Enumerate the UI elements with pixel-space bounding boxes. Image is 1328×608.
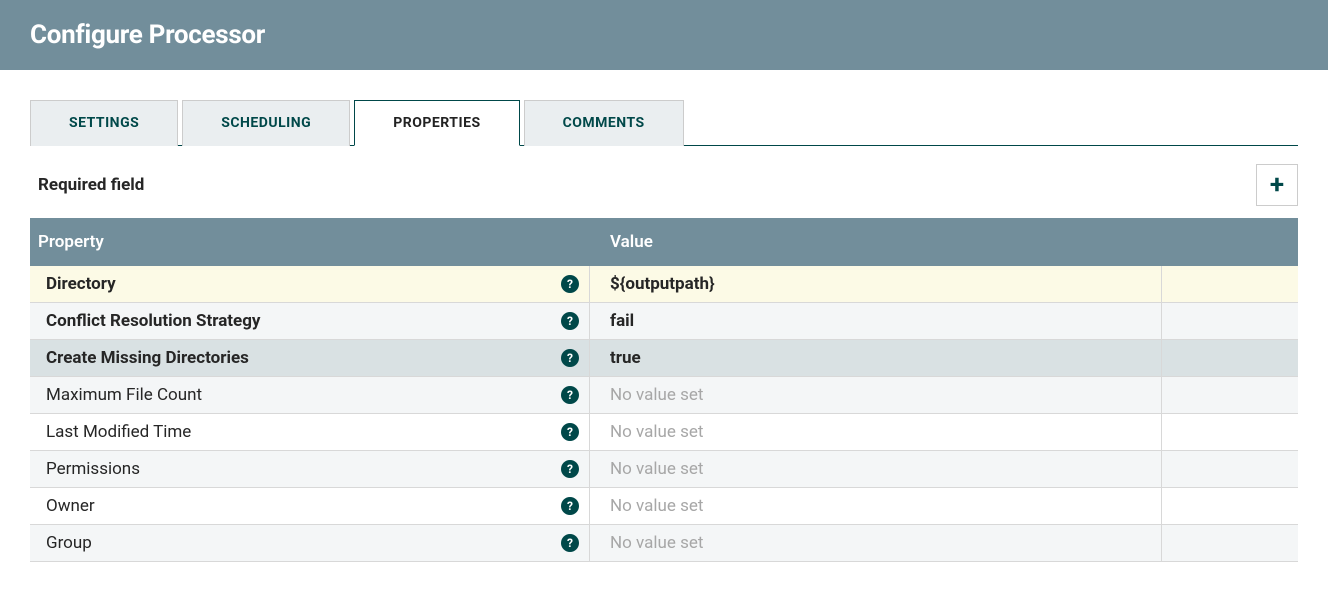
actions-cell xyxy=(1162,525,1298,561)
value-cell[interactable]: No value set xyxy=(590,414,1162,450)
help-icon[interactable]: ? xyxy=(561,497,579,515)
property-name: Permissions xyxy=(46,459,140,479)
required-field-label: Required field xyxy=(38,175,144,195)
col-header-value: Value xyxy=(590,218,1162,266)
dialog-content: SETTINGS SCHEDULING PROPERTIES COMMENTS … xyxy=(0,70,1328,562)
col-header-actions xyxy=(1162,218,1298,266)
actions-cell xyxy=(1162,266,1298,302)
help-icon[interactable]: ? xyxy=(561,312,579,330)
table-row[interactable]: Create Missing Directories?true xyxy=(30,340,1298,377)
actions-cell xyxy=(1162,488,1298,524)
property-cell: Conflict Resolution Strategy? xyxy=(30,303,590,339)
actions-cell xyxy=(1162,303,1298,339)
plus-icon: + xyxy=(1270,170,1284,200)
dialog-header: Configure Processor xyxy=(0,0,1328,70)
property-name: Group xyxy=(46,533,92,553)
property-cell: Create Missing Directories? xyxy=(30,340,590,376)
tab-properties[interactable]: PROPERTIES xyxy=(354,100,519,146)
property-name: Conflict Resolution Strategy xyxy=(46,311,261,331)
col-header-property: Property xyxy=(30,218,590,266)
property-cell: Group? xyxy=(30,525,590,561)
help-icon[interactable]: ? xyxy=(561,460,579,478)
property-name: Last Modified Time xyxy=(46,422,191,442)
table-body: Directory?${outputpath}Conflict Resoluti… xyxy=(30,266,1298,562)
help-icon[interactable]: ? xyxy=(561,275,579,293)
property-cell: Permissions? xyxy=(30,451,590,487)
tab-scheduling[interactable]: SCHEDULING xyxy=(182,100,350,146)
property-cell: Maximum File Count? xyxy=(30,377,590,413)
actions-cell xyxy=(1162,377,1298,413)
table-row[interactable]: Group?No value set xyxy=(30,525,1298,562)
table-row[interactable]: Last Modified Time?No value set xyxy=(30,414,1298,451)
property-cell: Directory? xyxy=(30,266,590,302)
value-cell[interactable]: true xyxy=(590,340,1162,376)
table-row[interactable]: Maximum File Count?No value set xyxy=(30,377,1298,414)
tab-settings[interactable]: SETTINGS xyxy=(30,100,178,146)
table-row[interactable]: Conflict Resolution Strategy?fail xyxy=(30,303,1298,340)
property-name: Create Missing Directories xyxy=(46,348,249,368)
actions-cell xyxy=(1162,340,1298,376)
value-cell[interactable]: No value set xyxy=(590,377,1162,413)
help-icon[interactable]: ? xyxy=(561,534,579,552)
value-cell[interactable]: fail xyxy=(590,303,1162,339)
actions-cell xyxy=(1162,414,1298,450)
tab-comments[interactable]: COMMENTS xyxy=(524,100,684,146)
section-header: Required field + xyxy=(30,146,1298,218)
add-property-button[interactable]: + xyxy=(1256,164,1298,206)
value-cell[interactable]: ${outputpath} xyxy=(590,266,1162,302)
table-row[interactable]: Permissions?No value set xyxy=(30,451,1298,488)
value-cell[interactable]: No value set xyxy=(590,488,1162,524)
property-name: Owner xyxy=(46,496,95,516)
actions-cell xyxy=(1162,451,1298,487)
help-icon[interactable]: ? xyxy=(561,386,579,404)
property-cell: Owner? xyxy=(30,488,590,524)
table-row[interactable]: Owner?No value set xyxy=(30,488,1298,525)
property-name: Maximum File Count xyxy=(46,385,202,405)
tab-bar: SETTINGS SCHEDULING PROPERTIES COMMENTS xyxy=(30,100,1298,146)
help-icon[interactable]: ? xyxy=(561,423,579,441)
value-cell[interactable]: No value set xyxy=(590,525,1162,561)
help-icon[interactable]: ? xyxy=(561,349,579,367)
value-cell[interactable]: No value set xyxy=(590,451,1162,487)
dialog-title: Configure Processor xyxy=(30,20,1298,50)
table-row[interactable]: Directory?${outputpath} xyxy=(30,266,1298,303)
table-header: Property Value xyxy=(30,218,1298,266)
property-name: Directory xyxy=(46,274,116,294)
property-cell: Last Modified Time? xyxy=(30,414,590,450)
